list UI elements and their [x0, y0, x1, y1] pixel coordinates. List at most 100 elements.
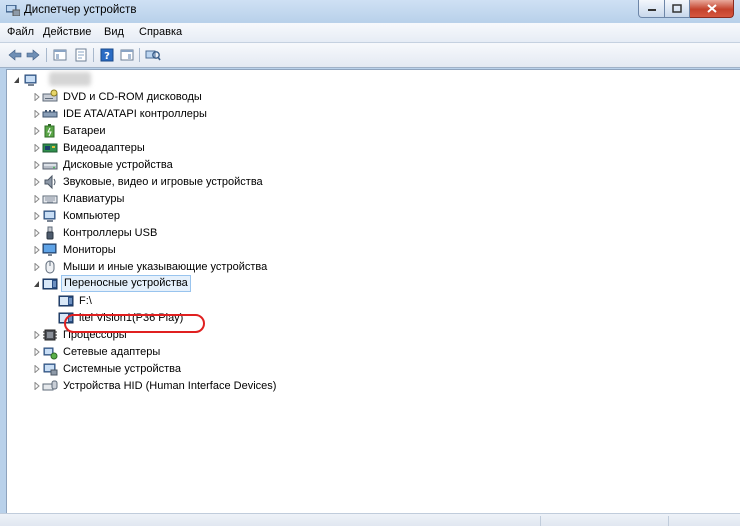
- redacted-computer-name: [49, 72, 91, 86]
- tree-category-label: Видеоадаптеры: [63, 142, 145, 154]
- menu-view[interactable]: Вид: [104, 26, 124, 38]
- tree-category[interactable]: Батареи: [33, 123, 433, 139]
- expand-arrow-icon[interactable]: [33, 195, 41, 203]
- tree-category-label: Устройства HID (Human Interface Devices): [63, 380, 277, 392]
- tree-device[interactable]: F:\: [49, 293, 449, 309]
- close-button[interactable]: [690, 0, 734, 18]
- minimize-icon: [647, 8, 656, 11]
- sound-icon: [44, 174, 56, 190]
- menu-action[interactable]: Действие: [43, 26, 91, 38]
- maximize-button[interactable]: [665, 0, 690, 18]
- toolbar: ?: [0, 43, 740, 68]
- status-bar: [0, 513, 740, 526]
- menu-file[interactable]: Файл: [7, 26, 34, 38]
- toolbar-separator: [139, 48, 140, 62]
- expand-arrow-icon[interactable]: [33, 382, 41, 390]
- expand-arrow-icon[interactable]: [33, 229, 41, 237]
- toolbar-separator: [46, 48, 47, 62]
- tree-category[interactable]: Клавиатуры: [33, 191, 433, 207]
- toolbar-separator: [93, 48, 94, 62]
- scan-hardware-icon[interactable]: [145, 47, 161, 63]
- expand-arrow-icon[interactable]: [33, 93, 41, 101]
- tree-category[interactable]: Звуковые, видео и игровые устройства: [33, 174, 433, 190]
- expand-arrow-icon[interactable]: [33, 212, 41, 220]
- network-adapter-icon: [43, 347, 58, 360]
- tree-category-label: Мониторы: [63, 244, 116, 256]
- expand-arrow-icon[interactable]: [33, 246, 41, 254]
- battery-icon: [44, 124, 55, 138]
- collapse-arrow-icon[interactable]: [33, 280, 41, 288]
- tree-category-label: Контроллеры USB: [63, 227, 158, 239]
- tree-category-label: Мыши и иные указывающие устройства: [63, 261, 268, 273]
- expand-arrow-icon[interactable]: [33, 331, 41, 339]
- help-icon[interactable]: ?: [99, 47, 115, 63]
- tree-category[interactable]: Сетевые адаптеры: [33, 344, 433, 360]
- tree-category[interactable]: Мониторы: [33, 242, 433, 258]
- tree-device-label: F:\: [79, 295, 92, 307]
- tree-category[interactable]: Дисковые устройства: [33, 157, 433, 173]
- disk-drive-icon: [42, 162, 58, 170]
- portable-device-icon: [42, 278, 58, 290]
- minimize-button[interactable]: [638, 0, 665, 18]
- ide-controller-icon: [42, 110, 58, 118]
- expand-arrow-icon[interactable]: [33, 161, 41, 169]
- keyboard-icon: [42, 195, 58, 204]
- tree-category[interactable]: Системные устройства: [33, 361, 433, 377]
- device-manager-app-icon: [6, 5, 20, 16]
- expand-arrow-icon[interactable]: [33, 348, 41, 356]
- show-hide-tree-icon[interactable]: [52, 47, 68, 63]
- tree-category-label: Системные устройства: [63, 363, 182, 375]
- window-title: Диспетчер устройств: [24, 4, 137, 16]
- tree-category-label: Клавиатуры: [63, 193, 125, 205]
- properties-icon[interactable]: [73, 47, 89, 63]
- usb-icon: [46, 226, 54, 240]
- menu-help[interactable]: Справка: [139, 26, 182, 38]
- hid-icon: [42, 380, 58, 391]
- tree-category[interactable]: Мыши и иные указывающие устройства: [33, 259, 433, 275]
- title-bar[interactable]: Диспетчер устройств: [0, 0, 740, 22]
- expand-arrow-icon[interactable]: [33, 365, 41, 373]
- device-manager-window: Диспетчер устройств Файл Действие Вид Сп…: [0, 0, 740, 526]
- tree-category-label: Сетевые адаптеры: [63, 346, 161, 358]
- device-tree: DVD и CD-ROM дисководы IDE ATA/ATAPI конт…: [6, 69, 740, 514]
- tree-category[interactable]: Переносные устройства: [33, 275, 433, 292]
- mouse-icon: [45, 260, 55, 274]
- tree-category[interactable]: DVD и CD-ROM дисководы: [33, 89, 433, 105]
- menu-bar: Файл Действие Вид Справка: [0, 23, 740, 43]
- system-devices-icon: [43, 363, 58, 376]
- dvd-drive-icon: [42, 89, 58, 102]
- expand-arrow-icon[interactable]: [33, 127, 41, 135]
- tree-category-label: IDE ATA/ATAPI контроллеры: [63, 108, 207, 120]
- status-separator: [540, 516, 541, 526]
- tree-category[interactable]: Контроллеры USB: [33, 225, 433, 241]
- status-separator: [668, 516, 669, 526]
- expand-arrow-icon[interactable]: [33, 110, 41, 118]
- collapse-arrow-icon[interactable]: [13, 76, 21, 84]
- window-controls: [638, 0, 734, 18]
- maximize-icon: [672, 4, 682, 13]
- expand-arrow-icon[interactable]: [33, 263, 41, 271]
- tree-category-label: Компьютер: [63, 210, 120, 222]
- tree-category-label: Батареи: [63, 125, 106, 137]
- monitor-icon: [42, 243, 57, 256]
- tree-category[interactable]: Устройства HID (Human Interface Devices): [33, 378, 433, 394]
- tree-category[interactable]: Компьютер: [33, 208, 433, 224]
- display-adapter-icon: [42, 143, 58, 153]
- forward-arrow-icon[interactable]: [25, 47, 41, 63]
- console-view-icon[interactable]: [119, 47, 135, 63]
- tree-category[interactable]: IDE ATA/ATAPI контроллеры: [33, 106, 433, 122]
- tree-category-label: DVD и CD-ROM дисководы: [63, 91, 202, 103]
- close-icon: [706, 4, 717, 13]
- tree-category-label: Переносные устройства: [61, 275, 191, 292]
- expand-arrow-icon[interactable]: [33, 178, 41, 186]
- tree-category-label: Звуковые, видео и игровые устройства: [63, 176, 263, 188]
- portable-device-icon: [58, 295, 74, 307]
- processor-icon: [43, 329, 57, 341]
- tree-category[interactable]: Видеоадаптеры: [33, 140, 433, 156]
- computer-icon: [24, 74, 37, 86]
- back-arrow-icon[interactable]: [7, 47, 23, 63]
- tree-category-label: Дисковые устройства: [63, 159, 173, 171]
- svg-text:?: ?: [104, 51, 110, 62]
- expand-arrow-icon[interactable]: [33, 144, 41, 152]
- computer-icon: [43, 210, 56, 222]
